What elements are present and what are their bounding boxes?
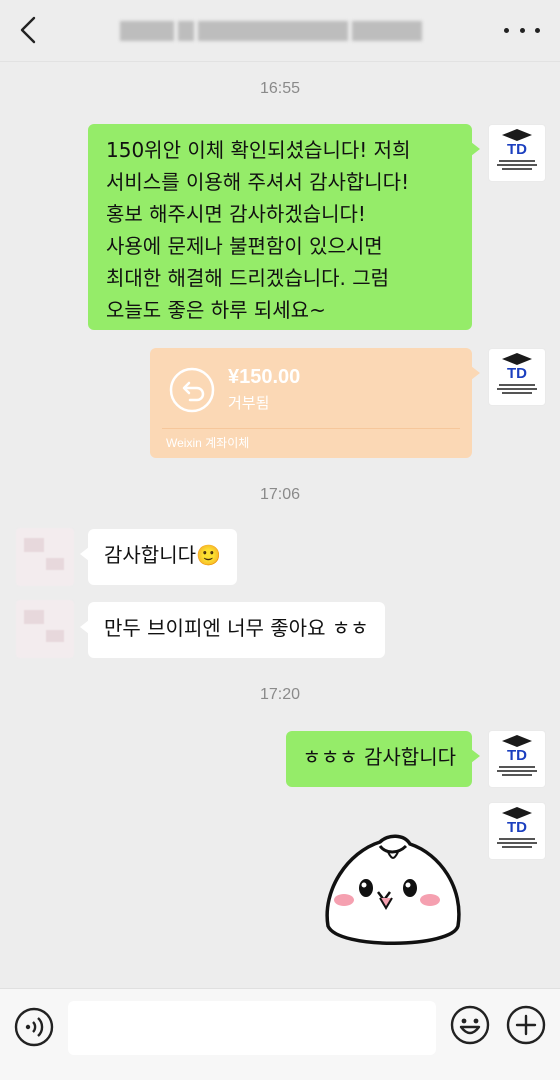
- message-bubble-contact[interactable]: 만두 브이피엔 너무 좋아요 ㅎㅎ: [80, 602, 385, 658]
- ellipsis-icon: [504, 27, 509, 33]
- td-logo-icon: TD: [502, 735, 532, 761]
- avatar-text: TD: [507, 141, 527, 155]
- avatar-text: TD: [507, 747, 527, 761]
- return-arrow-icon: [169, 367, 215, 413]
- td-logo-icon: TD: [502, 129, 532, 155]
- avatar-text: TD: [507, 365, 527, 379]
- dumpling-sticker[interactable]: [318, 830, 468, 954]
- back-button[interactable]: [14, 14, 46, 46]
- transfer-status: 거부됨: [228, 394, 270, 412]
- self-avatar[interactable]: TD: [488, 124, 546, 182]
- td-logo-icon: TD: [502, 353, 532, 379]
- chat-title-blurred: [120, 19, 422, 43]
- contact-avatar[interactable]: [16, 600, 74, 658]
- timestamp: 16:55: [259, 80, 301, 97]
- message-text: 감사합니다: [104, 543, 196, 567]
- transfer-label: Weixin 계좌이체: [166, 436, 250, 450]
- chat-input-bar: [0, 988, 560, 1080]
- emoji-icon[interactable]: [450, 1005, 490, 1045]
- chat-header: [0, 0, 560, 62]
- self-avatar[interactable]: TD: [488, 348, 546, 406]
- transfer-card[interactable]: ¥150.00 거부됨 Weixin 계좌이체: [150, 348, 480, 458]
- avatar-text: TD: [507, 819, 527, 833]
- message-bubble-self[interactable]: ㅎㅎㅎ 감사합니다: [286, 731, 480, 787]
- message-input[interactable]: [68, 1001, 436, 1055]
- timestamp: 17:06: [259, 486, 301, 503]
- chevron-left-icon: [20, 16, 36, 44]
- plus-icon[interactable]: [506, 1005, 546, 1045]
- contact-avatar[interactable]: [16, 528, 74, 586]
- self-avatar[interactable]: TD: [488, 802, 546, 860]
- message-bubble-contact[interactable]: 감사합니다🙂: [80, 529, 237, 585]
- message-bubble-self[interactable]: 150위안 이체 확인되셨습니다! 저희 서비스를 이용해 주셔서 감사합니다!…: [88, 124, 480, 330]
- divider: [162, 428, 460, 429]
- timestamp: 17:20: [259, 686, 301, 703]
- transfer-amount: ¥150.00: [228, 366, 301, 388]
- td-logo-icon: TD: [502, 807, 532, 833]
- more-button[interactable]: [504, 16, 540, 44]
- smile-emoji-icon: 🙂: [196, 543, 221, 567]
- self-avatar[interactable]: TD: [488, 730, 546, 788]
- voice-icon[interactable]: [14, 1007, 54, 1047]
